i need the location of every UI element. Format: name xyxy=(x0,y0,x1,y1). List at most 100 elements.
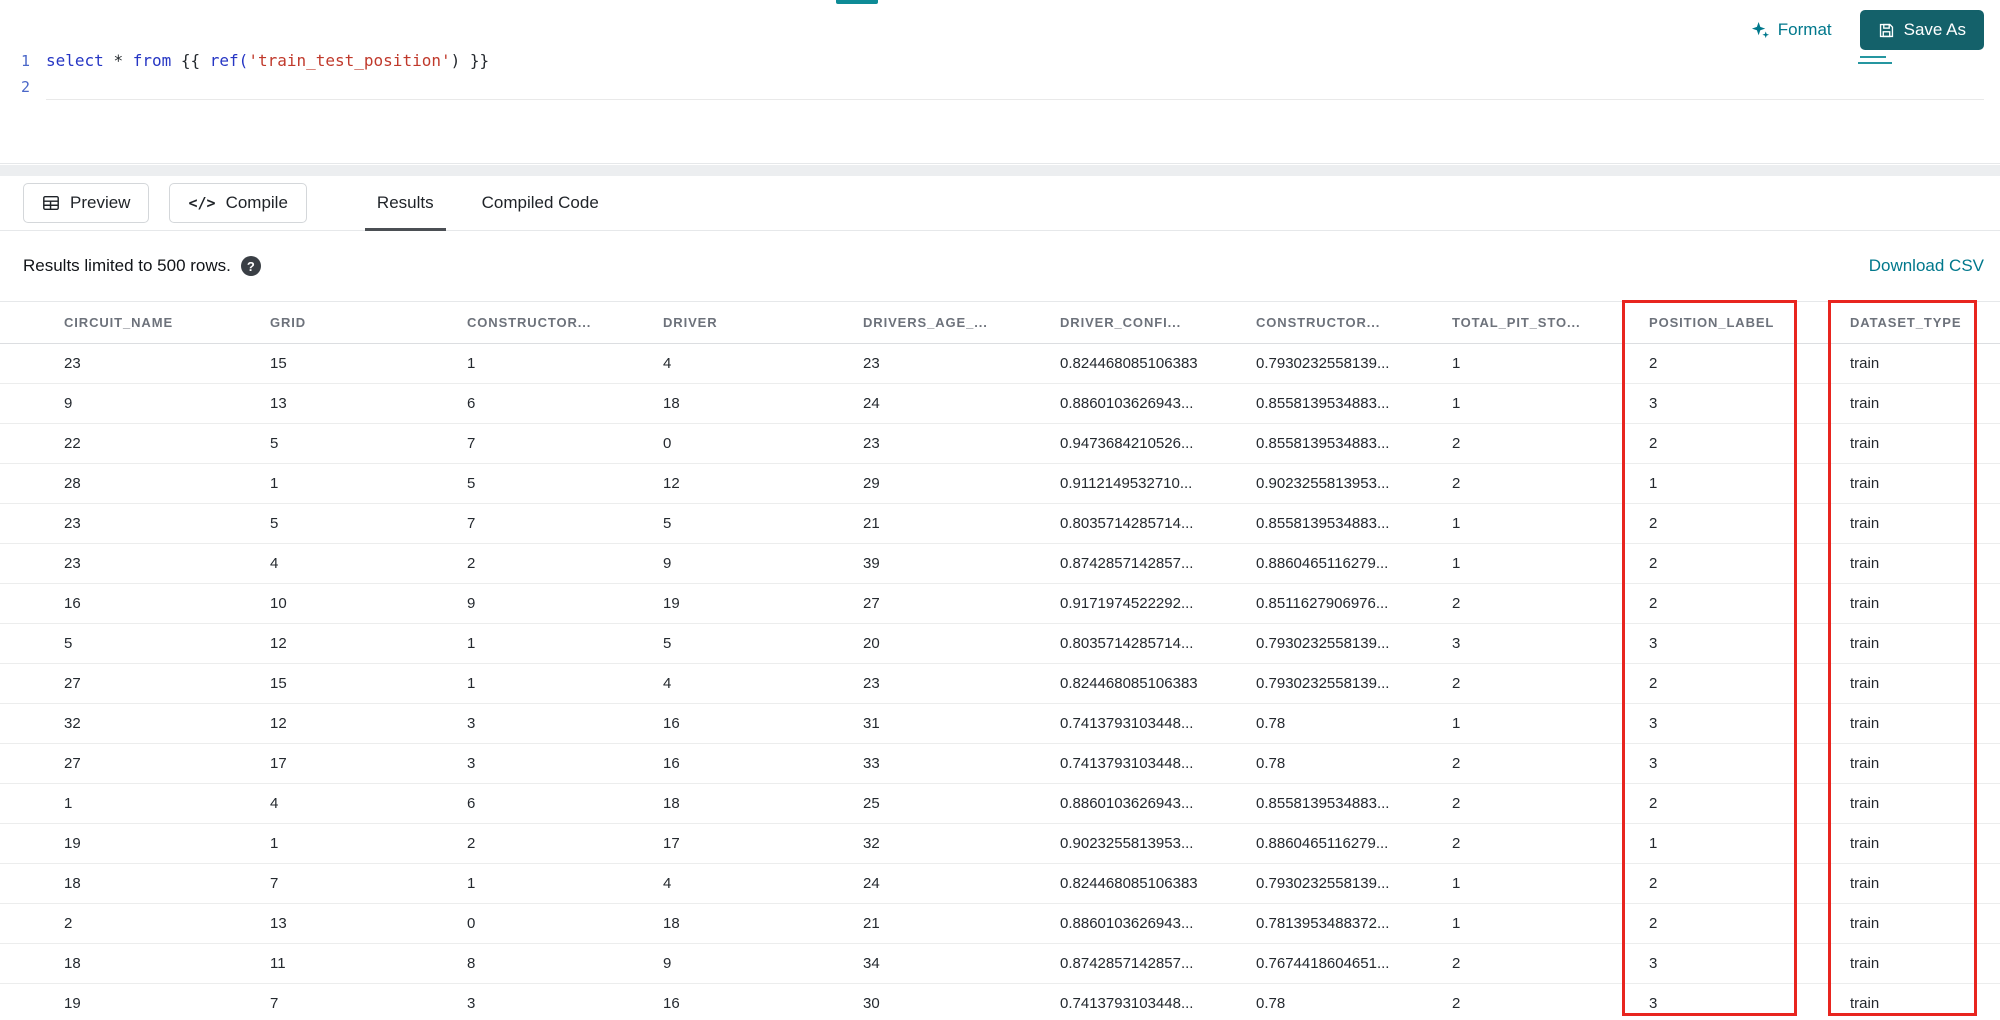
table-cell: 1 xyxy=(1451,703,1648,744)
help-icon[interactable]: ? xyxy=(240,256,261,276)
tab-results[interactable]: Results xyxy=(353,176,458,231)
panel-splitter[interactable] xyxy=(0,165,2000,176)
tab-compiled-code[interactable]: Compiled Code xyxy=(458,176,623,231)
table-cell: 20 xyxy=(862,623,1059,664)
save-icon xyxy=(1878,22,1895,39)
table-cell: 23 xyxy=(862,663,1059,704)
table-cell: 0.9171974522292... xyxy=(1059,583,1255,624)
table-cell: 1 xyxy=(466,623,662,664)
tab-results-label: Results xyxy=(376,193,434,212)
table-cell: 2 xyxy=(1648,503,1849,544)
table-cell: 24 xyxy=(862,383,1059,424)
table-cell: 0.7674418604651... xyxy=(1255,943,1451,984)
code-token: ) }} xyxy=(450,51,490,70)
table-cell: 0.7930232558139... xyxy=(1255,663,1451,704)
table-cell: 1 xyxy=(269,823,466,864)
table-cell: 0 xyxy=(662,423,862,464)
table-cell: train xyxy=(1849,343,2000,384)
table-cell: train xyxy=(1849,903,2000,944)
table-cell: 4 xyxy=(662,863,862,904)
table-cell: 2 xyxy=(1451,423,1648,464)
table-cell: 0.78 xyxy=(1255,703,1451,744)
code-line[interactable]: 1 select * from {{ ref('train_test_positi… xyxy=(0,48,2000,74)
save-as-label: Save As xyxy=(1903,20,1966,39)
table-cell: 2 xyxy=(466,823,662,864)
table-cell: 5 xyxy=(269,423,466,464)
table-cell: train xyxy=(1849,543,2000,584)
table-cell: 2 xyxy=(1451,583,1648,624)
table-cell: train xyxy=(1849,703,2000,744)
table-cell: 28 xyxy=(0,463,269,504)
table-cell: 1 xyxy=(0,783,269,824)
table-cell: 15 xyxy=(269,343,466,384)
table-cell: 9 xyxy=(662,543,862,584)
preview-button[interactable]: Preview xyxy=(23,183,150,223)
table-cell: 12 xyxy=(269,623,466,664)
table-cell: 0.8035714285714... xyxy=(1059,503,1255,544)
table-cell: 1 xyxy=(1451,903,1648,944)
table-cell: 23 xyxy=(0,543,269,584)
results-tabs: Results Compiled Code xyxy=(353,176,623,231)
table-cell: 1 xyxy=(269,463,466,504)
table-cell: 32 xyxy=(862,823,1059,864)
table-row: 27 17 3 16 33 0.7413793103448... 0.78 2 3 train xyxy=(0,743,2000,784)
table-cell: 2 xyxy=(1451,943,1648,984)
code-editor[interactable]: 1 select * from {{ ref('train_test_positi… xyxy=(0,48,2000,100)
table-cell: 2 xyxy=(1451,743,1648,784)
table-cell: train xyxy=(1849,503,2000,544)
table-cell: 24 xyxy=(862,863,1059,904)
table-cell: 2 xyxy=(1648,903,1849,944)
table-cell: 0.8860465116279... xyxy=(1255,543,1451,584)
table-cell: 1 xyxy=(466,663,662,704)
results-panel: Preview </> Compile Results Compiled Cod… xyxy=(0,176,2000,1020)
table-cell: 16 xyxy=(662,743,862,784)
table-cell: 2 xyxy=(1648,783,1849,824)
table-cell: 0.8558139534883... xyxy=(1255,383,1451,424)
code-content: select * from {{ ref('train_test_positio… xyxy=(46,48,1984,74)
table-header-row: CIRCUIT_NAME GRID CONSTRUCTOR... DRIVER DRIV… xyxy=(0,301,2000,344)
table-cell: 0.9023255813953... xyxy=(1255,463,1451,504)
ide-page: Format Save As 1 select * from {{ ref('tr… xyxy=(0,0,2000,1020)
table-cell: 3 xyxy=(1648,383,1849,424)
table-cell: 39 xyxy=(862,543,1059,584)
table-cell: 27 xyxy=(862,583,1059,624)
table-cell: 13 xyxy=(269,383,466,424)
results-limit-note: Results limited to 500 rows. xyxy=(23,256,231,275)
table-cell: 2 xyxy=(466,543,662,584)
table-cell: 19 xyxy=(0,983,269,1020)
save-as-button[interactable]: Save As xyxy=(1859,10,1984,50)
table-row: 18 11 8 9 34 0.8742857142857... 0.767441860465… xyxy=(0,943,2000,984)
table-cell: 9 xyxy=(662,943,862,984)
format-button[interactable]: Format xyxy=(1745,12,1838,48)
results-table: CIRCUIT_NAME GRID CONSTRUCTOR... DRIVER DRIV… xyxy=(0,301,2000,1020)
table-cell: 0.8860103626943... xyxy=(1059,783,1255,824)
download-csv-link[interactable]: Download CSV xyxy=(1869,256,1984,276)
table-cell: 23 xyxy=(0,503,269,544)
table-cell: 5 xyxy=(269,503,466,544)
line-number: 2 xyxy=(20,78,30,96)
table-cell: 0.824468085106383 xyxy=(1059,343,1255,384)
table-cell: 9 xyxy=(466,583,662,624)
table-cell: 0.8511627906976... xyxy=(1255,583,1451,624)
table-cell: train xyxy=(1849,943,2000,984)
table-cell: 0 xyxy=(466,903,662,944)
table-cell: 2 xyxy=(1648,423,1849,464)
compile-label: Compile xyxy=(225,193,288,212)
table-cell: 7 xyxy=(269,863,466,904)
code-line[interactable]: 2 xyxy=(0,74,2000,100)
column-header: DRIVER_CONFI... xyxy=(1059,301,1255,344)
column-header: DRIVER xyxy=(662,301,862,344)
table-cell: 1 xyxy=(1648,463,1849,504)
table-cell: 1 xyxy=(1451,343,1648,384)
table-cell: 18 xyxy=(662,783,862,824)
table-cell: 4 xyxy=(269,543,466,584)
table-cell: 1 xyxy=(1451,543,1648,584)
table-cell: 4 xyxy=(662,343,862,384)
compile-button[interactable]: </> Compile xyxy=(169,183,307,223)
table-cell: 0.7413793103448... xyxy=(1059,743,1255,784)
table-cell: 2 xyxy=(1451,783,1648,824)
code-token: select xyxy=(46,51,114,70)
table-cell: 6 xyxy=(466,783,662,824)
table-row: 18 7 1 4 24 0.824468085106383 0.7930232558139.… xyxy=(0,863,2000,904)
column-header: CIRCUIT_NAME xyxy=(0,301,269,344)
